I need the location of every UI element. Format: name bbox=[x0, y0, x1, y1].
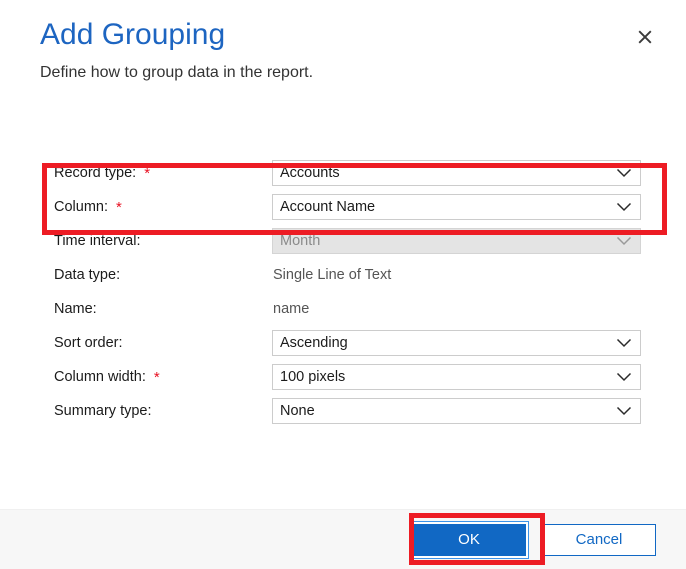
close-icon bbox=[638, 30, 652, 44]
select-column-width[interactable]: 100 pixels bbox=[272, 364, 641, 390]
select-value: None bbox=[280, 403, 315, 419]
form-row-column-width: Column width: * 100 pixels bbox=[0, 360, 686, 394]
form-row-sort-order: Sort order: Ascending bbox=[0, 326, 686, 360]
required-asterisk: * bbox=[153, 369, 160, 386]
form-row-name: Name: name bbox=[0, 292, 686, 326]
dialog-header: Add Grouping Define how to group data in… bbox=[0, 0, 686, 84]
label-record-type: Record type: * bbox=[54, 164, 272, 182]
select-summary-type[interactable]: None bbox=[272, 398, 641, 424]
label-text: Sort order: bbox=[54, 335, 123, 351]
label-column-width: Column width: * bbox=[54, 368, 272, 386]
form-row-summary-type: Summary type: None bbox=[0, 394, 686, 428]
dialog-body: Record type: * Accounts Column: * Account Nam… bbox=[0, 84, 686, 509]
field-column-width: 100 pixels bbox=[272, 364, 641, 390]
select-value: Month bbox=[280, 233, 321, 249]
ok-button[interactable]: OK bbox=[412, 523, 526, 556]
chevron-down-icon bbox=[616, 365, 632, 389]
field-data-type: Single Line of Text bbox=[272, 262, 641, 288]
form-row-time-interval: Time interval: Month bbox=[0, 224, 686, 258]
field-name: name bbox=[272, 296, 641, 322]
field-record-type: Accounts bbox=[272, 160, 641, 186]
label-sort-order: Sort order: bbox=[54, 334, 272, 352]
page-title: Add Grouping bbox=[40, 18, 226, 51]
select-value: Accounts bbox=[280, 165, 340, 181]
chevron-down-icon bbox=[616, 229, 632, 253]
field-time-interval: Month bbox=[272, 228, 641, 254]
select-value: Ascending bbox=[280, 335, 348, 351]
select-column[interactable]: Account Name bbox=[272, 194, 641, 220]
label-text: Column width: bbox=[54, 369, 146, 385]
form-row-record-type: Record type: * Accounts bbox=[0, 156, 686, 190]
field-column: Account Name bbox=[272, 194, 641, 220]
close-button[interactable] bbox=[630, 22, 660, 52]
chevron-down-icon bbox=[616, 195, 632, 219]
cancel-button[interactable]: Cancel bbox=[542, 523, 656, 556]
label-text: Time interval: bbox=[54, 233, 141, 249]
form-row-data-type: Data type: Single Line of Text bbox=[0, 258, 686, 292]
field-sort-order: Ascending bbox=[272, 330, 641, 356]
select-sort-order[interactable]: Ascending bbox=[272, 330, 641, 356]
select-record-type[interactable]: Accounts bbox=[272, 160, 641, 186]
label-text: Record type: bbox=[54, 165, 137, 181]
required-asterisk: * bbox=[116, 199, 122, 216]
grouping-form: Record type: * Accounts Column: * Account Nam… bbox=[0, 156, 686, 428]
add-grouping-dialog: Add Grouping Define how to group data in… bbox=[0, 0, 686, 569]
label-text: Name: bbox=[54, 301, 97, 317]
chevron-down-icon bbox=[616, 331, 632, 355]
dialog-subtitle: Define how to group data in the report. bbox=[40, 64, 314, 81]
label-text: Data type: bbox=[54, 267, 121, 283]
value-data-type: Single Line of Text bbox=[273, 267, 392, 283]
value-name: name bbox=[273, 301, 310, 317]
chevron-down-icon bbox=[616, 161, 632, 185]
label-data-type: Data type: bbox=[54, 266, 272, 284]
field-summary-type: None bbox=[272, 398, 641, 424]
label-column: Column: * bbox=[54, 198, 272, 216]
dialog-footer: OK Cancel bbox=[0, 509, 686, 569]
label-text: Summary type: bbox=[54, 403, 152, 419]
chevron-down-icon bbox=[616, 399, 632, 423]
form-row-column: Column: * Account Name bbox=[0, 190, 686, 224]
label-name: Name: bbox=[54, 300, 272, 318]
select-value: Account Name bbox=[280, 199, 376, 215]
required-asterisk: * bbox=[144, 165, 151, 182]
label-summary-type: Summary type: bbox=[54, 402, 272, 420]
label-text: Column: bbox=[54, 199, 108, 215]
select-time-interval: Month bbox=[272, 228, 641, 254]
select-value: 100 pixels bbox=[280, 369, 346, 385]
label-time-interval: Time interval: bbox=[54, 232, 272, 250]
